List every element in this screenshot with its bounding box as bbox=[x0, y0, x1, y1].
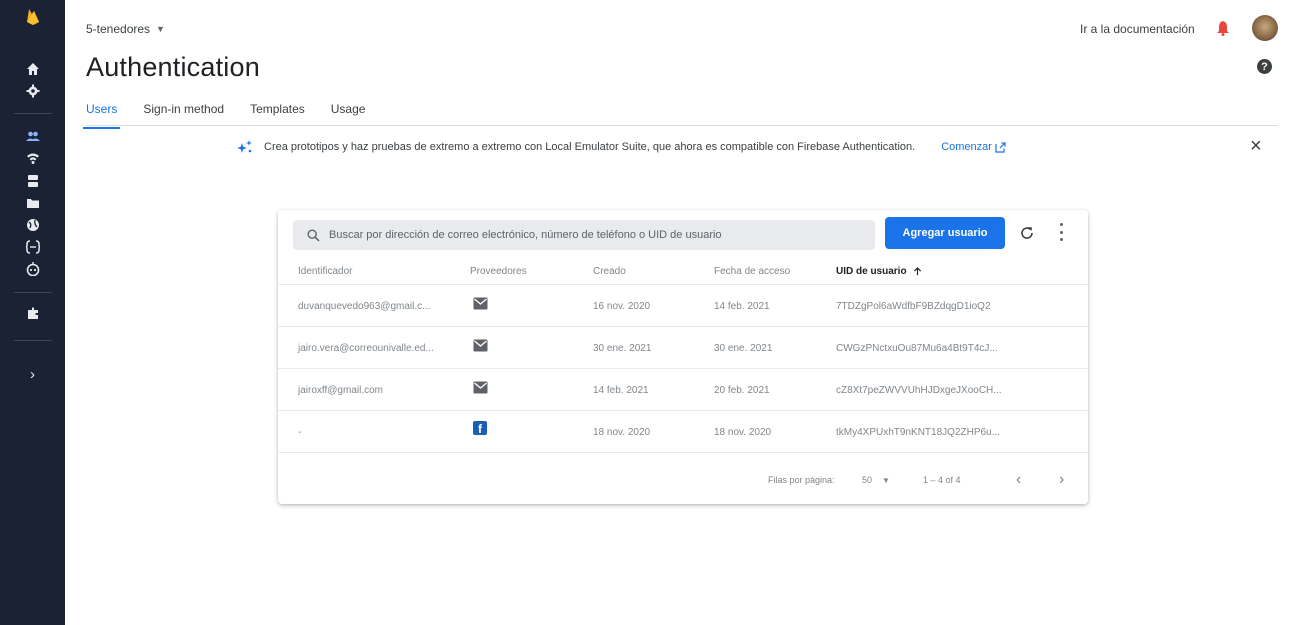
column-header-providers[interactable]: Proveedores bbox=[470, 266, 527, 277]
globe-icon[interactable] bbox=[0, 214, 65, 236]
chevron-down-icon: ▼ bbox=[156, 24, 165, 34]
sort-arrow-up-icon bbox=[913, 267, 921, 276]
wifi-icon[interactable] bbox=[0, 147, 65, 169]
user-created: 14 feb. 2021 bbox=[593, 385, 649, 396]
column-header-created[interactable]: Creado bbox=[593, 266, 626, 277]
tab-sign-in-method[interactable]: Sign-in method bbox=[143, 102, 224, 126]
pagination-range: 1 – 4 of 4 bbox=[923, 475, 961, 485]
robot-icon[interactable] bbox=[0, 258, 65, 280]
table-row[interactable]: - f 18 nov. 2020 18 nov. 2020 tkMy4XPUxh… bbox=[278, 411, 1088, 453]
storage-icon[interactable] bbox=[0, 192, 65, 214]
rows-per-page-label: Filas por página: bbox=[768, 475, 835, 485]
add-user-button[interactable]: Agregar usuario bbox=[885, 217, 1005, 249]
users-table-card: Buscar por dirección de correo electróni… bbox=[278, 210, 1088, 504]
functions-icon[interactable] bbox=[0, 236, 65, 258]
table-row[interactable]: jairoxff@gmail.com 14 feb. 2021 20 feb. … bbox=[278, 369, 1088, 411]
column-header-identifier[interactable]: Identificador bbox=[298, 266, 352, 277]
expand-icon[interactable]: › bbox=[0, 363, 65, 385]
banner-text: Crea prototipos y haz pruebas de extremo… bbox=[264, 141, 916, 153]
refresh-icon[interactable] bbox=[1019, 225, 1035, 241]
user-signed-in: 18 nov. 2020 bbox=[714, 427, 772, 438]
previous-page-icon[interactable]: ‹ bbox=[1016, 471, 1021, 489]
more-options-icon[interactable] bbox=[1058, 223, 1064, 241]
user-uid: cZ8Xt7peZWVVUhHJDxgeJXooCH... bbox=[836, 385, 1002, 396]
user-identifier: duvanquevedo963@gmail.c... bbox=[298, 301, 431, 312]
user-identifier: - bbox=[298, 427, 302, 438]
tab-usage[interactable]: Usage bbox=[331, 102, 366, 126]
comenzar-label: Comenzar bbox=[941, 141, 992, 153]
page-title: Authentication bbox=[86, 52, 260, 82]
table-header: Identificador Proveedores Creado Fecha d… bbox=[278, 260, 1088, 285]
rows-per-page-select[interactable]: 50 ▼ bbox=[862, 475, 890, 485]
user-uid: 7TDZgPol6aWdfbF9BZdqgD1ioQ2 bbox=[836, 301, 991, 312]
column-header-signed-in[interactable]: Fecha de acceso bbox=[714, 266, 790, 277]
user-signed-in: 20 feb. 2021 bbox=[714, 385, 770, 396]
emulator-banner: Crea prototipos y haz pruebas de extremo… bbox=[236, 140, 1006, 154]
search-placeholder: Buscar por dirección de correo electróni… bbox=[329, 229, 722, 241]
table-row[interactable]: duvanquevedo963@gmail.c... 16 nov. 2020 … bbox=[278, 285, 1088, 327]
tab-bar: Users Sign-in method Templates Usage bbox=[82, 102, 391, 129]
user-created: 30 ene. 2021 bbox=[593, 343, 652, 354]
user-created: 18 nov. 2020 bbox=[593, 427, 651, 438]
column-header-uid-label: UID de usuario bbox=[836, 266, 907, 277]
firebase-logo-icon[interactable] bbox=[0, 5, 65, 27]
rows-per-page-value: 50 bbox=[862, 475, 873, 485]
user-identifier: jairo.vera@correounivalle.ed... bbox=[298, 343, 434, 354]
user-created: 16 nov. 2020 bbox=[593, 301, 651, 312]
users-icon[interactable] bbox=[0, 125, 65, 147]
sidebar-divider bbox=[14, 292, 52, 293]
project-name: 5-tenedores bbox=[86, 22, 151, 36]
sidebar-divider bbox=[14, 340, 52, 341]
documentation-link[interactable]: Ir a la documentación bbox=[1080, 22, 1195, 36]
user-uid: CWGzPNctxuOu87Mu6a4Bt9T4cJ... bbox=[836, 343, 998, 354]
column-header-uid[interactable]: UID de usuario bbox=[836, 266, 922, 277]
tab-users[interactable]: Users bbox=[82, 102, 121, 129]
next-page-icon[interactable]: › bbox=[1059, 471, 1064, 489]
table-row[interactable]: jairo.vera@correounivalle.ed... 30 ene. … bbox=[278, 327, 1088, 369]
extensions-icon[interactable] bbox=[0, 302, 65, 324]
settings-icon[interactable] bbox=[0, 80, 65, 102]
user-identifier: jairoxff@gmail.com bbox=[298, 385, 383, 396]
tabs-divider bbox=[86, 125, 1278, 126]
chevron-down-icon: ▼ bbox=[882, 475, 890, 485]
email-provider-icon bbox=[473, 381, 488, 394]
user-signed-in: 14 feb. 2021 bbox=[714, 301, 770, 312]
facebook-provider-icon: f bbox=[473, 421, 487, 435]
sparkle-icon bbox=[237, 140, 252, 153]
sidebar: › bbox=[0, 0, 65, 625]
close-banner-icon[interactable]: × bbox=[1250, 136, 1262, 156]
search-input[interactable]: Buscar por dirección de correo electróni… bbox=[293, 220, 875, 250]
sidebar-divider bbox=[14, 113, 52, 114]
home-icon[interactable] bbox=[0, 58, 65, 80]
comenzar-link[interactable]: Comenzar bbox=[941, 141, 1006, 153]
table-pagination: Filas por página: 50 ▼ 1 – 4 of 4 ‹ › bbox=[278, 463, 1088, 493]
user-signed-in: 30 ene. 2021 bbox=[714, 343, 773, 354]
avatar[interactable] bbox=[1252, 15, 1278, 41]
project-selector[interactable]: 5-tenedores ▼ bbox=[86, 22, 165, 36]
help-icon[interactable]: ? bbox=[1257, 59, 1272, 74]
email-provider-icon bbox=[473, 297, 488, 310]
tab-templates[interactable]: Templates bbox=[250, 102, 305, 126]
database-icon[interactable] bbox=[0, 170, 65, 192]
external-link-icon bbox=[995, 141, 1006, 153]
search-icon bbox=[307, 228, 320, 242]
user-uid: tkMy4XPUxhT9nKNT18JQ2ZHP6u... bbox=[836, 427, 1000, 438]
notification-bell-icon[interactable] bbox=[1216, 20, 1230, 36]
email-provider-icon bbox=[473, 339, 488, 352]
